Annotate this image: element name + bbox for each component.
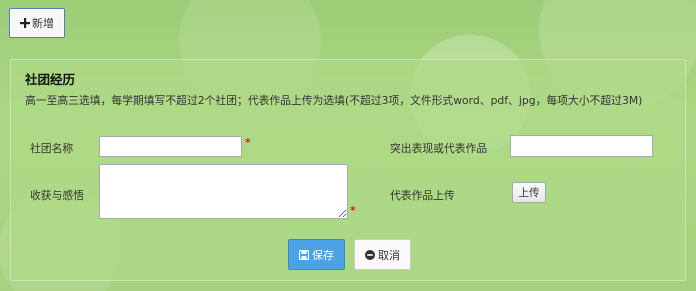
floppy-disk-icon [299,249,309,260]
upload-button[interactable]: 上传 [512,182,546,203]
section-title: 社团经历 [25,72,76,87]
plus-icon [20,18,30,28]
section-description: 高一至高三选填，每学期填写不超过2个社团；代表作品上传为选填(不超过3项，文件形… [25,94,643,107]
save-button-label: 保存 [312,248,334,262]
gains-label: 收获与感悟 [30,189,84,202]
add-button[interactable]: 新增 [9,8,65,38]
add-button-label: 新增 [32,17,54,30]
save-button[interactable]: 保存 [288,239,345,270]
minus-circle-icon [365,249,375,260]
club-experience-panel: 社团经历 高一至高三选填，每学期填写不超过2个社团；代表作品上传为选填(不超过3… [10,59,686,281]
gains-required-mark: * [350,204,356,217]
highlight-label: 突出表现或代表作品 [390,142,488,155]
upload-label: 代表作品上传 [390,189,455,202]
gains-textarea[interactable] [99,164,348,219]
cancel-button[interactable]: 取消 [354,239,411,270]
club-name-label: 社团名称 [30,142,74,155]
club-name-input[interactable] [99,136,242,157]
club-name-required-mark: * [245,136,251,149]
cancel-button-label: 取消 [378,248,400,262]
highlight-input[interactable] [510,135,653,157]
